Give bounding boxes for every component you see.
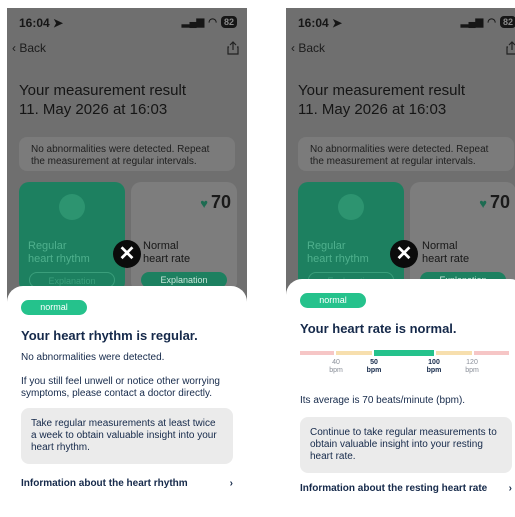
back-button[interactable]: ‹ Back bbox=[12, 41, 46, 55]
average-text: Its average is 70 beats/minute (bpm). bbox=[300, 395, 466, 406]
scale-segment-low bbox=[300, 351, 334, 355]
chevron-right-icon: › bbox=[508, 483, 512, 494]
chevron-left-icon: ‹ bbox=[291, 41, 295, 55]
sheet-heading: Your heart rate is normal. bbox=[300, 321, 457, 336]
rhythm-card-line1: Regular bbox=[307, 240, 346, 252]
status-badge: normal bbox=[300, 293, 366, 308]
result-title: Your measurement result bbox=[19, 82, 187, 99]
heart-rate-value: 70 bbox=[210, 192, 231, 212]
scale-tick: 50 bpm bbox=[366, 359, 382, 374]
close-icon[interactable]: ✕ bbox=[113, 240, 141, 268]
info-link-rhythm[interactable]: Information about the heart rhythm › bbox=[21, 478, 233, 489]
sheet-text2: If you still feel unwell or notice other… bbox=[21, 376, 220, 399]
rate-card-line2: heart rate bbox=[422, 253, 470, 265]
scale-segment-highmid bbox=[436, 351, 472, 355]
close-icon[interactable]: ✕ bbox=[390, 240, 418, 268]
heart-rate-scale: 40 bpm 50 bpm 100 bpm 120 bpm bbox=[300, 350, 515, 381]
result-note: No abnormalities were detected. Repeat t… bbox=[298, 137, 514, 171]
rate-card-line1: Normal bbox=[422, 240, 458, 252]
wifi-icon: ◠ bbox=[487, 16, 496, 28]
heart-rate-value: 70 bbox=[489, 192, 510, 212]
share-icon[interactable] bbox=[506, 41, 515, 55]
chevron-right-icon: › bbox=[229, 478, 233, 489]
back-button[interactable]: ‹ Back bbox=[291, 41, 325, 55]
sheet-text1: No abnormalities were detected. bbox=[21, 352, 165, 363]
status-bar: 16:04 ➤ ▂▄▆ ◠ 82 bbox=[298, 16, 515, 32]
scale-tick: 100 bpm bbox=[426, 359, 442, 374]
rhythm-card-line1: Regular bbox=[28, 240, 67, 252]
info-link-label: Information about the resting heart rate bbox=[300, 483, 488, 494]
scale-tick: 40 bpm bbox=[329, 359, 343, 374]
pulse-icon bbox=[338, 194, 364, 220]
location-arrow-icon: ➤ bbox=[332, 16, 343, 30]
heart-icon: ♥ bbox=[479, 196, 487, 211]
heart-icon: ♥ bbox=[200, 196, 208, 211]
result-datetime: 11. May 2026 at 16:03 bbox=[298, 101, 447, 118]
scale-segment-high bbox=[474, 351, 509, 355]
location-arrow-icon: ➤ bbox=[53, 16, 64, 30]
phone-screen-rhythm: 16:04 ➤ ▂▄▆ ◠ 82 ‹ Back Your measurement… bbox=[7, 8, 247, 517]
signal-icon: ▂▄▆ bbox=[181, 16, 205, 28]
status-time: 16:04 bbox=[19, 16, 50, 30]
rhythm-card-line2: heart rhythm bbox=[28, 253, 90, 265]
status-bar: 16:04 ➤ ▂▄▆ ◠ 82 bbox=[19, 16, 237, 32]
result-note: No abnormalities were detected. Repeat t… bbox=[19, 137, 235, 171]
rate-sheet: normal Your heart rate is normal. 40 bpm … bbox=[286, 279, 515, 517]
signal-icon: ▂▄▆ bbox=[460, 16, 484, 28]
sheet-heading: Your heart rhythm is regular. bbox=[21, 328, 198, 343]
rate-card[interactable]: ♥70 Normal heart rate Explanation bbox=[410, 182, 515, 292]
tip-box: Continue to take regular measurements to… bbox=[300, 417, 512, 473]
chevron-left-icon: ‹ bbox=[12, 41, 16, 55]
back-label: Back bbox=[298, 41, 326, 55]
battery-icon: 82 bbox=[220, 16, 237, 28]
rate-card-line1: Normal bbox=[143, 240, 179, 252]
tip-box: Take regular measurements at least twice… bbox=[21, 408, 233, 464]
result-title: Your measurement result bbox=[298, 82, 466, 99]
rhythm-sheet: normal Your heart rhythm is regular. No … bbox=[7, 286, 247, 517]
scale-segment-normal bbox=[374, 350, 434, 356]
status-badge: normal bbox=[21, 300, 87, 315]
scale-tick: 120 bpm bbox=[465, 359, 479, 374]
battery-icon: 82 bbox=[499, 16, 515, 28]
rate-card[interactable]: ♥70 Normal heart rate Explanation bbox=[131, 182, 237, 292]
result-datetime: 11. May 2026 at 16:03 bbox=[19, 101, 168, 118]
status-time: 16:04 bbox=[298, 16, 329, 30]
back-label: Back bbox=[19, 41, 47, 55]
info-link-rate[interactable]: Information about the resting heart rate… bbox=[300, 483, 512, 494]
wifi-icon: ◠ bbox=[208, 16, 217, 28]
info-link-label: Information about the heart rhythm bbox=[21, 478, 188, 489]
rhythm-card-line2: heart rhythm bbox=[307, 253, 369, 265]
rate-card-line2: heart rate bbox=[143, 253, 191, 265]
rhythm-card[interactable]: Regular heart rhythm Explanation bbox=[298, 182, 404, 292]
phone-screen-rate: 16:04 ➤ ▂▄▆ ◠ 82 ‹ Back Your measurement… bbox=[286, 8, 515, 517]
scale-segment-lowmid bbox=[336, 351, 372, 355]
rhythm-card[interactable]: Regular heart rhythm Explanation bbox=[19, 182, 125, 292]
share-icon[interactable] bbox=[227, 41, 239, 55]
pulse-icon bbox=[59, 194, 85, 220]
